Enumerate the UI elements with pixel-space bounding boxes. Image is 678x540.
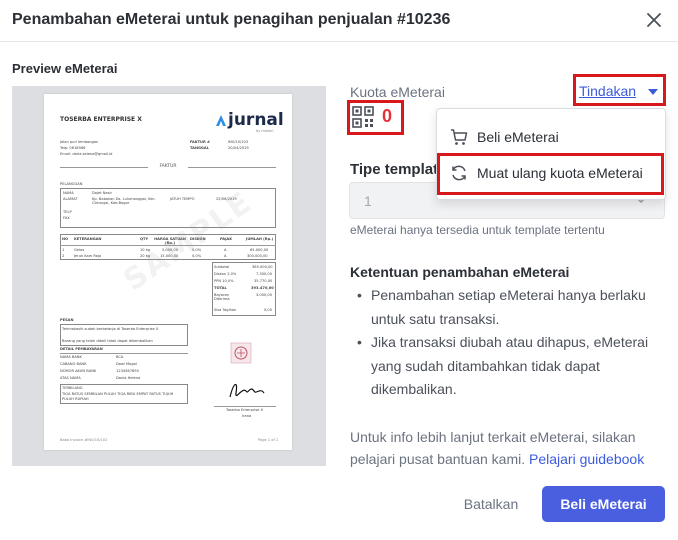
invoice-date: 20/04/2019 [228,146,249,150]
alamat-label: ALAMAT [63,197,78,201]
summary-value: 35.770,00 [254,279,273,283]
modal-title: Penambahan eMeterai untuk penagihan penj… [12,11,451,28]
fax-label: FAX [63,216,70,220]
alamat-value: Kp. Babakan Ds. Lulumanggal, Kec. Cileun… [92,197,156,205]
divider [60,353,188,354]
preview-label: Preview eMeterai [12,61,118,76]
invoice-footer-left: Baba Invoice #INV/10/102 [60,438,108,442]
ketentuan-item-text: Jika transaksi diubah atau dihapus, eMet… [371,334,649,397]
signature-image [229,383,265,398]
table-cell: A [224,254,227,258]
table-cell: 300.000,00 [247,254,268,258]
pesan-line: Barang yang telah dibeli tidak dapat dik… [62,339,153,343]
pelanggan-label: PELANGGAN [60,182,83,186]
tipe-template-value: 1 [364,193,372,209]
terbilang-label: TERBILANG [62,386,83,390]
stamp-icon [230,342,252,364]
muat-ulang-highlight [437,153,664,195]
invoice-company: TOSERBA ENTERPRISE X [60,116,142,123]
bank-label: DETAIL PEMBAYARAN [60,347,103,351]
summary-value: 7.300,00 [256,272,273,276]
telp-label: TELP [63,210,72,214]
bank-row-value: Dania Helena [116,376,141,380]
summary-value: 0,00 [264,308,273,312]
guidebook-link[interactable]: Pelajari guidebook [529,451,644,467]
invoice-logo: jurnal [228,110,284,130]
bank-row-label: CABANG BANK [60,362,87,366]
jatuh-tempo-label: JATUH TEMPO [170,197,195,201]
table-cell: 65.000,00 [250,248,269,252]
table-header: QTY [140,237,149,241]
info-text: Untuk info lebih lanjut terkait eMeterai… [350,426,668,470]
bank-row-value: BCA [116,355,124,359]
divider [188,167,276,168]
tipe-template-label: Tipe template [350,161,447,178]
bank-row-value: Dawi Mogol [116,362,137,366]
table-cell: A [224,248,227,252]
summary-label: PPN 10,0% [214,279,234,283]
invoice-no: INV/10/103 [228,140,249,144]
cancel-button[interactable]: Batalkan [452,486,530,522]
invoice-no-label: FAKTUR # [190,140,211,144]
tipe-template-note: eMeterai hanya tersedia untuk template t… [350,223,605,237]
dropdown-item-beli[interactable]: Beli eMeterai [437,119,665,155]
invoice-address-line: Jalan puri lembangan [60,140,99,144]
invoice-address-line: Email: darla.selena@gmail.id [60,152,113,156]
buy-emeterai-button[interactable]: Beli eMeterai [542,486,665,522]
table-cell: Jeruk Kam Raja [74,254,102,258]
tindakan-highlight [573,74,666,106]
summary-value: 365.000,00 [252,265,273,269]
table-header: KETERANGAN [74,237,102,241]
summary-value: 3.000,00 [256,293,273,297]
table-header: NO [62,237,69,241]
summary-value: 393.470,00 [251,286,274,290]
bank-row-label: ATAS NAMA [60,376,81,380]
summary-label: Diskon 2,0% [214,272,237,276]
divider [214,406,276,407]
modal-header: Penambahan eMeterai untuk penagihan penj… [0,0,678,42]
bank-row-value: 1234567890 [116,369,139,373]
cart-icon [451,129,468,145]
signer-name: Toserba Enterprise X [226,408,264,412]
ketentuan-item: • Penambahan setiap eMeterai hanya berlak… [357,287,646,327]
signer-sub: Irana [242,414,252,418]
terbilang-value: TIGA RATUS SEMBILAN PULUH TIGA RIBU EMPA… [62,392,174,401]
table-cell: 2 [62,254,65,258]
pesan-line: Terimakasih sudah berbelanja di Toserba … [62,327,159,331]
kuota-highlight [347,100,404,135]
invoice-preview: TOSERBA ENTERPRISE X jurnal by mekari Ja… [44,94,292,450]
invoice-logo-sub: by mekari [256,129,274,133]
jurnal-logo-icon [216,115,226,126]
bank-row-label: NOMOR AKUN BANK [60,369,97,373]
invoice-footer-right: Page 1 of 1 [258,438,279,442]
bank-row-label: NAMA BANK [60,355,82,359]
table-cell: 1 [62,248,65,252]
summary-label: Subtotal [214,265,230,269]
invoice-date-label: TANGGAL [190,146,209,150]
pesan-label: PESAN [60,318,74,322]
ketentuan-title: Ketentuan penambahan eMeterai [350,264,570,280]
kuota-label: Kuota eMeterai [350,84,445,100]
nama-label: NAMA [63,191,74,195]
summary-label: Sisa Tagihan [214,308,237,312]
invoice-address-line: Telp: 0618566 [60,146,86,150]
dropdown-item-label: Beli eMeterai [477,129,559,145]
summary-label: TOTAL [214,286,227,290]
close-icon[interactable] [644,10,664,30]
nama-value: Dojet Nasir [92,191,112,195]
table-header: JUMLAH (Rp.) [246,237,274,241]
ketentuan-item: • Jika transaksi diubah atau dihapus, eMe… [357,334,649,397]
table-cell: Gelas [74,248,85,252]
ketentuan-item-text: Penambahan setiap eMeterai hanya berlaku… [371,287,646,327]
summary-label: Bayaran Diterima [214,293,230,301]
